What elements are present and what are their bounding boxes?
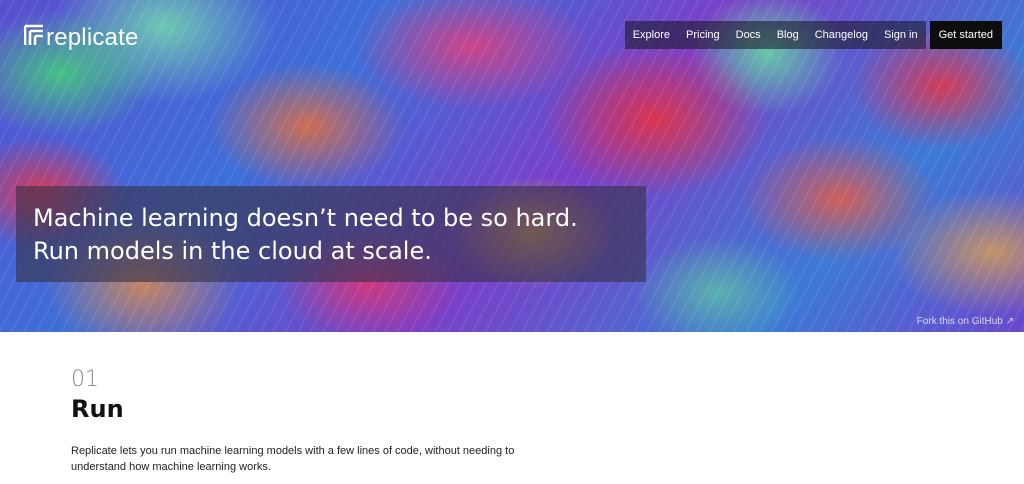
logo-mark-icon (23, 24, 44, 51)
headline-line-1: Machine learning doesn’t need to be so h… (33, 204, 578, 232)
nav-docs[interactable]: Docs (727, 21, 769, 49)
section-description: Replicate lets you run machine learning … (71, 445, 515, 473)
get-started-button[interactable]: Get started (929, 21, 1002, 49)
hero-banner: replicate Explore Pricing Docs Blog Chan… (0, 0, 1024, 332)
logo-text: replicate (46, 23, 139, 51)
headline-line-2: Run models in the cloud at scale. (33, 237, 432, 265)
fork-on-github-link[interactable]: Fork this on GitHub ↗ (917, 316, 1014, 327)
nav-changelog[interactable]: Changelog (806, 21, 876, 49)
feature-section-run: 01 Run Replicate lets you run machine le… (71, 368, 591, 475)
nav-pricing[interactable]: Pricing (678, 21, 728, 49)
step-number: 01 (71, 367, 99, 392)
nav-explore[interactable]: Explore (624, 21, 678, 49)
nav-sign-in[interactable]: Sign in (875, 21, 926, 49)
hero-headline: Machine learning doesn’t need to be so h… (16, 186, 646, 282)
top-nav: Explore Pricing Docs Blog Changelog Sign… (624, 21, 1002, 49)
nav-blog[interactable]: Blog (768, 21, 807, 49)
replicate-logo[interactable]: replicate (23, 23, 139, 51)
section-title: Run (71, 395, 124, 423)
